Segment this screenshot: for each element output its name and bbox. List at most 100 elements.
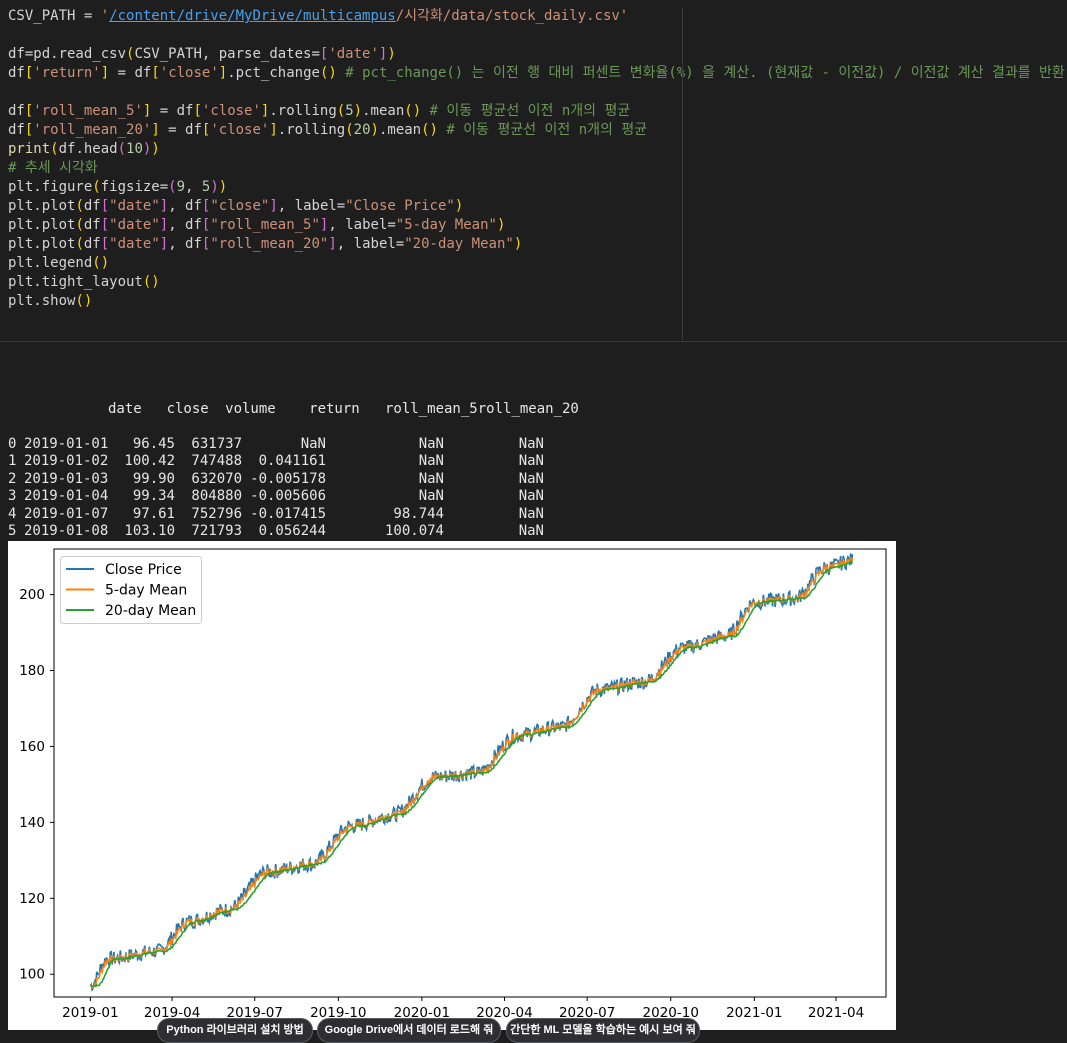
code-token: # 추세 시각화 bbox=[8, 160, 98, 176]
table-cell: 100.42 bbox=[124, 453, 175, 470]
table-row: 3 2019-01-04 99.34 804880 -0.005606 NaN NaN bbox=[8, 488, 578, 505]
code-token: "date" bbox=[109, 198, 160, 214]
table-cell: NaN bbox=[518, 436, 544, 453]
table-cell: 752796 bbox=[191, 505, 242, 522]
code-token: "5-day Mean" bbox=[395, 217, 497, 233]
code-token: ) bbox=[218, 179, 228, 195]
y-tick-label: 160 bbox=[19, 739, 45, 755]
table-cell: 0.056244 bbox=[258, 522, 326, 539]
code-line: CSV_PATH = '/content/drive/MyDrive/multi… bbox=[8, 7, 1065, 26]
code-token: plt.figure bbox=[8, 179, 93, 195]
code-token: [ bbox=[193, 103, 202, 119]
code-line: plt.plot(df["date"], df["roll_mean_5"], … bbox=[8, 216, 1065, 235]
table-cell: NaN bbox=[518, 453, 544, 470]
code-editor[interactable]: CSV_PATH = '/content/drive/MyDrive/multi… bbox=[8, 7, 1065, 311]
code-token: () bbox=[319, 65, 337, 81]
suggestion-chip[interactable]: Google Drive에서 데이터 로드해 줘 bbox=[317, 1018, 501, 1043]
code-token: ] bbox=[328, 236, 337, 252]
code-token: [ bbox=[100, 217, 110, 233]
code-token: () bbox=[142, 274, 160, 290]
code-token: ) bbox=[151, 141, 160, 157]
code-token: , label= bbox=[277, 198, 346, 214]
legend-label: Close Price bbox=[105, 562, 182, 578]
code-token: ( bbox=[50, 141, 59, 157]
code-token: ] bbox=[269, 122, 278, 138]
code-token: CSV_PATH = bbox=[8, 8, 101, 24]
code-token: 'close' bbox=[201, 103, 261, 119]
legend-label: 5-day Mean bbox=[105, 583, 187, 599]
y-tick-label: 200 bbox=[19, 587, 45, 603]
code-token: # 이동 평균선 이전 n개의 평균 bbox=[437, 122, 648, 138]
legend-label: 20-day Mean bbox=[105, 603, 196, 619]
code-token: 9 bbox=[176, 179, 186, 195]
table-cell: 100.074 bbox=[384, 522, 444, 539]
code-token: df bbox=[83, 217, 101, 233]
table-cell: -0.017415 bbox=[250, 505, 326, 522]
code-token: /시각화/data/stock_daily.csv' bbox=[395, 8, 629, 24]
suggestion-chip[interactable]: Python 라이브러리 설치 방법 bbox=[157, 1018, 313, 1043]
code-token: "Close Price" bbox=[345, 198, 455, 214]
code-token: "date" bbox=[109, 217, 160, 233]
table-row: 4 2019-01-07 97.61 752796 -0.017415 98.744 NaN bbox=[8, 506, 578, 523]
code-token: ) bbox=[370, 122, 379, 138]
table-cell: 632070 bbox=[191, 470, 242, 487]
code-token: ( bbox=[168, 179, 177, 195]
code-token: () bbox=[421, 122, 438, 138]
code-token: [ bbox=[100, 198, 110, 214]
code-token: plt.show bbox=[8, 293, 76, 309]
table-cell: 2 bbox=[8, 470, 17, 487]
code-token: 20 bbox=[353, 122, 371, 138]
code-line: plt.plot(df["date"], df["close"], label=… bbox=[8, 197, 1065, 216]
column-header: close bbox=[166, 401, 209, 418]
code-token: # pct_change() 는 이전 행 대비 퍼센트 변화율(%) 을 계산… bbox=[336, 65, 1065, 81]
code-token: ) bbox=[496, 217, 506, 233]
code-token: df=pd.read_csv bbox=[8, 46, 127, 62]
code-token: 'return' bbox=[33, 65, 101, 81]
code-token: 'close' bbox=[210, 122, 270, 138]
table-cell: 0 bbox=[8, 436, 17, 453]
table-row: 5 2019-01-08 103.10 721793 0.056244 100.074 Na… bbox=[8, 523, 578, 540]
cell-divider bbox=[0, 341, 1067, 342]
code-line: plt.show() bbox=[8, 292, 1065, 311]
column-header: volume bbox=[225, 401, 276, 418]
table-cell: 4 bbox=[8, 505, 17, 522]
code-token: .rolling bbox=[277, 122, 346, 138]
code-cell[interactable]: CSV_PATH = '/content/drive/MyDrive/multi… bbox=[0, 0, 1067, 340]
table-row: 0 2019-01-01 96.45 631737 NaN NaN NaN bbox=[8, 436, 578, 453]
code-token: ] bbox=[218, 65, 228, 81]
code-token: 'roll_mean_20' bbox=[33, 122, 152, 138]
code-token: "roll_mean_5" bbox=[210, 217, 320, 233]
table-cell: 747488 bbox=[191, 453, 242, 470]
suggestion-chip[interactable]: 간단한 ML 모델을 학습하는 예시 보여 줘 bbox=[506, 1018, 700, 1043]
code-line: df['roll_mean_20'] = df['close'].rolling… bbox=[8, 121, 1065, 140]
table-cell: NaN bbox=[418, 453, 444, 470]
suggestion-chips: Python 라이브러리 설치 방법 Google Drive에서 데이터 로드… bbox=[0, 1016, 1067, 1043]
code-token: ( bbox=[336, 103, 346, 119]
table-cell: 2019-01-03 bbox=[24, 470, 109, 487]
code-token: ' bbox=[100, 8, 110, 24]
code-token: df bbox=[8, 103, 25, 119]
y-tick-label: 100 bbox=[19, 967, 45, 983]
code-token: = df bbox=[109, 65, 152, 81]
column-header: date bbox=[108, 401, 142, 418]
code-token: , bbox=[185, 179, 202, 195]
code-line: print(df.head(10)) bbox=[8, 140, 1065, 159]
code-token: 'close' bbox=[159, 65, 219, 81]
table-cell: NaN bbox=[300, 436, 326, 453]
code-token: 'date' bbox=[328, 46, 379, 62]
code-token: plt.tight_layout bbox=[8, 274, 143, 290]
code-token: () bbox=[404, 103, 422, 119]
code-token: .pct_change bbox=[227, 65, 320, 81]
table-cell: NaN bbox=[518, 488, 544, 505]
table-cell: NaN bbox=[518, 505, 544, 522]
code-line: df['roll_mean_5'] = df['close'].rolling(… bbox=[8, 102, 1065, 121]
code-token: plt.plot bbox=[8, 198, 76, 214]
code-token: df bbox=[83, 236, 101, 252]
code-token: , df bbox=[168, 217, 202, 233]
table-cell: 2019-01-08 bbox=[24, 522, 109, 539]
table-header-row: date close volume return roll_mean_5roll_mea… bbox=[8, 384, 579, 417]
code-token: ( bbox=[92, 179, 101, 195]
code-line: plt.figure(figsize=(9, 5)) bbox=[8, 178, 1065, 197]
